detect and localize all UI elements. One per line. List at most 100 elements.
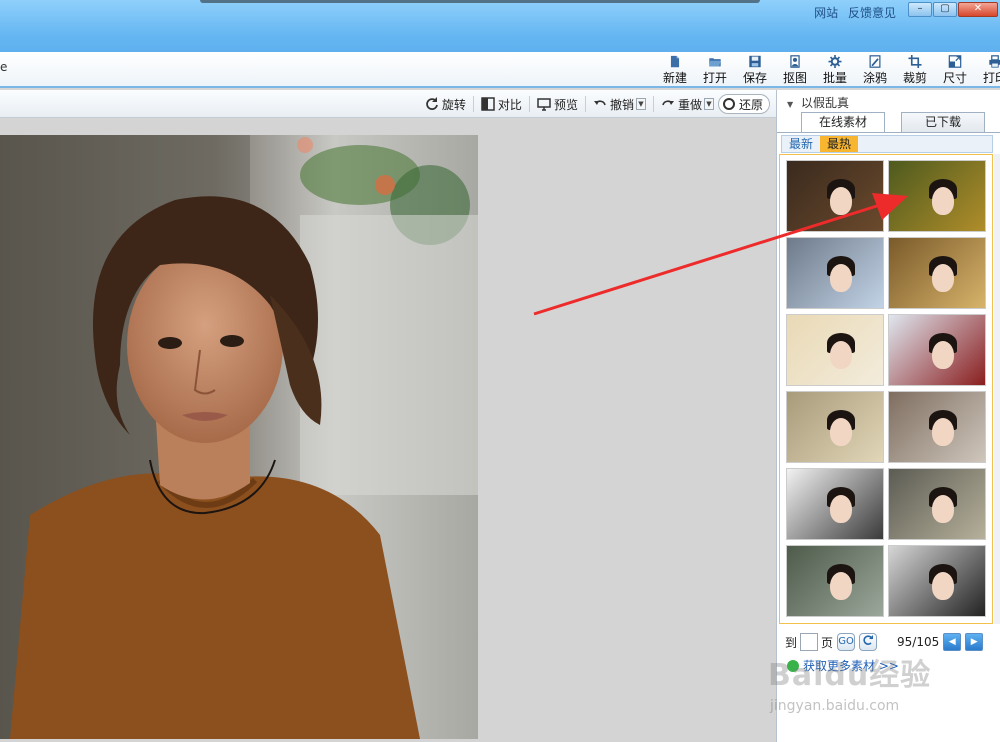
pager-page-label: 页 xyxy=(821,635,834,650)
thumbnail-grid xyxy=(786,160,986,617)
more-materials-link[interactable]: 获取更多素材 >> xyxy=(787,657,899,674)
redo-button[interactable]: 重做 ▼ xyxy=(657,94,718,114)
title-bar: 网站 反馈意见 – ▢ ✕ xyxy=(0,0,1000,52)
material-thumbnail[interactable] xyxy=(786,391,884,463)
compare-button[interactable]: 对比 xyxy=(477,94,526,114)
page-count: 95/105 xyxy=(897,635,940,649)
redo-dropdown-icon[interactable]: ▼ xyxy=(703,98,714,110)
thumbnail-face xyxy=(932,572,954,600)
panel-title-label: 以假乱真 xyxy=(800,96,849,110)
preview-label: 预览 xyxy=(553,97,578,112)
go-button[interactable]: GO xyxy=(837,633,856,651)
thumbnail-face xyxy=(830,418,852,446)
compare-icon xyxy=(481,97,495,111)
thumbnail-face xyxy=(830,341,852,369)
thumbnail-face xyxy=(830,264,852,292)
restore-icon xyxy=(722,98,735,110)
new-file-icon xyxy=(670,55,680,68)
crop-button[interactable]: 裁剪 xyxy=(895,54,935,86)
cutout-icon xyxy=(790,55,800,68)
resize-icon xyxy=(948,55,962,68)
collapse-caret-icon[interactable]: ▼ xyxy=(787,100,793,109)
thumbnail-face xyxy=(830,495,852,523)
panel-title[interactable]: ▼ 以假乱真 xyxy=(787,94,849,111)
separator xyxy=(652,96,654,112)
new-label: 新建 xyxy=(662,71,687,85)
canvas-area[interactable] xyxy=(0,119,776,742)
save-button[interactable]: 保存 xyxy=(735,54,775,86)
separator xyxy=(584,96,586,112)
more-materials-label: 获取更多素材 >> xyxy=(803,659,899,673)
refresh-icon xyxy=(863,635,874,645)
material-thumbnail[interactable] xyxy=(888,468,986,540)
feedback-link[interactable]: 反馈意见 xyxy=(848,6,896,20)
thumbnail-face xyxy=(932,495,954,523)
material-thumbnail[interactable] xyxy=(786,545,884,617)
doodle-button[interactable]: 涂鸦 xyxy=(855,54,895,86)
edit-toolbar: 旋转 对比 预览 撤销 ▼ 重做 ▼ 还原 xyxy=(0,90,776,118)
close-button[interactable]: ✕ xyxy=(958,2,998,17)
batch-icon xyxy=(828,55,842,68)
material-thumbnail[interactable] xyxy=(888,545,986,617)
separator xyxy=(472,96,474,112)
doodle-icon xyxy=(869,55,881,68)
undo-dropdown-icon[interactable]: ▼ xyxy=(635,98,646,110)
material-thumbnail[interactable] xyxy=(786,237,884,309)
material-thumbnail[interactable] xyxy=(888,237,986,309)
rotate-label: 旋转 xyxy=(441,97,466,112)
thumbnail-grid-box xyxy=(779,154,993,624)
thumbnail-face xyxy=(830,572,852,600)
restore-button[interactable]: 还原 xyxy=(717,94,770,114)
new-button[interactable]: 新建 xyxy=(655,54,695,86)
thumbnail-face xyxy=(932,418,954,446)
undo-label: 撤销 xyxy=(609,97,634,112)
open-button[interactable]: 打开 xyxy=(695,54,735,86)
material-thumbnail[interactable] xyxy=(888,391,986,463)
subtab-hottest[interactable]: 最热 xyxy=(820,136,858,152)
separator xyxy=(528,96,530,112)
doodle-label: 涂鸦 xyxy=(862,71,887,85)
thumbnail-scrollbar[interactable] xyxy=(994,154,1000,624)
redo-icon xyxy=(662,100,674,106)
prev-page-button[interactable]: ◀ xyxy=(943,633,962,651)
subtab-latest[interactable]: 最新 xyxy=(782,136,820,152)
batch-button[interactable]: 批量 xyxy=(815,54,855,86)
portrait-image xyxy=(0,135,478,739)
website-link[interactable]: 网站 xyxy=(814,6,838,20)
rotate-button[interactable]: 旋转 xyxy=(421,94,470,114)
page-input[interactable] xyxy=(800,633,819,651)
tab-online-material[interactable]: 在线素材 xyxy=(801,112,885,132)
thumbnail-face xyxy=(830,187,852,215)
panel-tabs: 在线素材 已下载 xyxy=(801,112,985,132)
crop-label: 裁剪 xyxy=(902,71,927,85)
next-page-button[interactable]: ▶ xyxy=(965,633,984,651)
material-thumbnail[interactable] xyxy=(888,160,986,232)
preview-icon xyxy=(537,98,551,111)
print-button[interactable]: 打印 xyxy=(975,54,1000,86)
crop-icon xyxy=(908,55,922,68)
edit-buttons: 旋转 对比 预览 撤销 ▼ 重做 ▼ 还原 xyxy=(421,94,770,114)
thumbnail-face xyxy=(932,264,954,292)
open-folder-icon xyxy=(709,58,721,67)
preview-button[interactable]: 预览 xyxy=(533,94,582,114)
edited-photo[interactable] xyxy=(0,135,478,739)
undo-button[interactable]: 撤销 ▼ xyxy=(589,94,650,114)
thumbnail-face xyxy=(932,341,954,369)
resize-button[interactable]: 尺寸 xyxy=(935,54,975,86)
cutout-button[interactable]: 抠图 xyxy=(775,54,815,86)
save-icon xyxy=(749,55,761,68)
resize-label: 尺寸 xyxy=(942,71,967,85)
minimize-button[interactable]: – xyxy=(908,2,932,17)
restore-label: 还原 xyxy=(738,97,763,112)
print-icon xyxy=(989,55,1000,68)
tab-downloaded[interactable]: 已下载 xyxy=(901,112,985,132)
tab-divider xyxy=(777,132,1000,133)
material-thumbnail[interactable] xyxy=(888,314,986,386)
material-thumbnail[interactable] xyxy=(786,468,884,540)
maximize-button[interactable]: ▢ xyxy=(933,2,957,17)
material-thumbnail[interactable] xyxy=(786,160,884,232)
refresh-button[interactable] xyxy=(859,633,878,651)
rotate-icon xyxy=(426,97,438,110)
material-thumbnail[interactable] xyxy=(786,314,884,386)
material-panel: ▼ 以假乱真 在线素材 已下载 最新 最热 到 页 GO 95/105 ◀ ▶ … xyxy=(776,90,1000,742)
